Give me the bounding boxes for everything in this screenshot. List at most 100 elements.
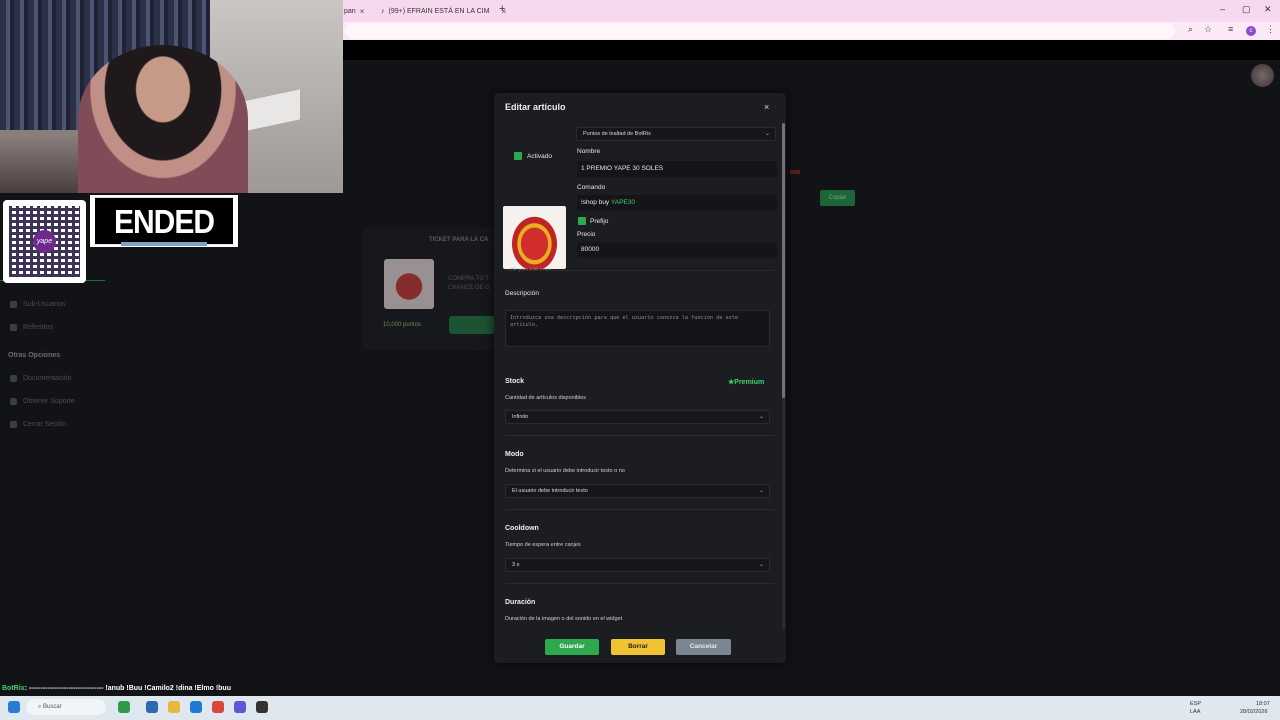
buy-button[interactable] — [449, 316, 495, 334]
chat-text: : -------------------------------- !anub… — [24, 685, 231, 692]
edge-icon[interactable] — [146, 701, 158, 713]
cooldown-label: Cooldown — [505, 525, 539, 532]
price-label: Precio — [577, 231, 596, 238]
language-indicator[interactable]: ESP — [1190, 701, 1201, 707]
clock-time[interactable]: 18:07 — [1256, 701, 1270, 707]
modal-body[interactable]: Puntos de lealtad de BotRix ⌄ Activado N… — [494, 121, 786, 631]
cooldown-select[interactable]: 3 s ⌄ — [505, 558, 770, 572]
select-value: El usuario debe introducir texto — [512, 488, 588, 494]
extensions-icon[interactable]: ≡ — [1228, 24, 1233, 34]
save-button[interactable]: Guardar — [545, 639, 599, 655]
sidebar-item-label: Documentación — [23, 375, 72, 382]
edit-item-modal: Editar artículo × Puntos de lealtad de B… — [494, 93, 786, 663]
sidebar-item-subusers[interactable]: Sub-Usuarios — [10, 301, 65, 308]
sidebar-item-label: Referidos — [23, 324, 53, 331]
divider — [505, 583, 775, 584]
users-icon — [10, 301, 17, 308]
prefix-checkbox[interactable] — [578, 217, 586, 225]
stock-description: Cantidad de artículos disponibles — [505, 395, 587, 401]
premium-label: Premium — [734, 379, 765, 386]
streamer — [78, 45, 248, 193]
keyboard-layout: LAA — [1190, 709, 1201, 715]
avatar[interactable] — [1251, 64, 1274, 87]
command-label: Comando — [577, 184, 606, 191]
chevron-down-icon: ⌄ — [758, 414, 764, 420]
discord-icon[interactable] — [234, 701, 246, 713]
browser-tab-1[interactable]: pan × — [344, 2, 364, 20]
cancel-button[interactable]: Cancelar — [676, 639, 731, 655]
duration-label: Duración — [505, 599, 536, 606]
sidebar-item-referrals[interactable]: Referidos — [10, 324, 53, 331]
name-field[interactable]: 1 PREMIO YAPE 30 SOLES — [577, 161, 777, 177]
cooldown-description: Tiempo de espera entre canjes — [505, 542, 581, 548]
close-window-button[interactable]: ✕ — [1264, 4, 1272, 15]
stock-label: Stock — [505, 378, 525, 385]
taskbar: ⌕ Buscar ESP LAA 18:07 28/02/2026 — [0, 696, 1280, 720]
command-field[interactable]: !shop buy YAPE30 — [577, 195, 777, 211]
description-label: Descripción — [505, 290, 539, 297]
close-icon[interactable]: × — [764, 102, 769, 112]
scrollbar-thumb[interactable] — [782, 123, 785, 398]
sidebar-item-label: Obtener Soporte — [23, 398, 75, 405]
menu-icon[interactable]: ⋮ — [1266, 24, 1275, 35]
url-input[interactable] — [345, 23, 1175, 39]
price-field[interactable]: 80000 — [577, 242, 777, 258]
users-icon — [10, 324, 17, 331]
currency-select[interactable]: Puntos de lealtad de BotRix ⌄ — [576, 127, 776, 141]
app-icon[interactable] — [118, 701, 130, 713]
item-thumbnail — [384, 259, 434, 309]
status-badge — [790, 170, 800, 174]
clock-date: 28/02/2026 — [1240, 709, 1268, 715]
close-icon[interactable]: × — [360, 7, 365, 16]
minimize-button[interactable]: – — [1220, 4, 1225, 14]
mode-label: Modo — [505, 451, 524, 458]
sidebar-item-docs[interactable]: Documentación — [10, 375, 72, 382]
avatar[interactable]: c — [1246, 26, 1256, 36]
folder-icon[interactable] — [168, 701, 180, 713]
divider — [505, 270, 775, 271]
copy-button[interactable]: Copiar — [820, 190, 855, 206]
description-textarea[interactable]: Introduzca una descripción para que el u… — [505, 310, 770, 347]
search-placeholder: Buscar — [43, 704, 62, 710]
taskbar-search-input[interactable]: ⌕ Buscar — [26, 699, 106, 715]
delete-button[interactable]: Borrar — [611, 639, 665, 655]
browser-tab-2[interactable]: ♪ (99+) EFRAIN ESTÁ EN LA CIM × — [381, 2, 506, 20]
new-tab-button[interactable]: + — [499, 3, 505, 15]
obs-icon[interactable] — [256, 701, 268, 713]
card-text: CHANCE DE G — [448, 285, 490, 291]
sidebar-item-support[interactable]: Obtener Soporte — [10, 398, 75, 405]
sidebar-item-logout[interactable]: Cerrar Sesión — [10, 421, 66, 428]
chat-username: BotRix — [2, 685, 25, 692]
star-icon[interactable]: ☆ — [1204, 24, 1212, 35]
chevron-down-icon: ⌄ — [764, 131, 770, 137]
command-prefix: !shop buy — [581, 199, 611, 206]
maximize-button[interactable]: ▢ — [1242, 4, 1251, 15]
mode-select[interactable]: El usuario debe introducir texto ⌄ — [505, 484, 770, 498]
ended-label: ENDED — [95, 197, 233, 245]
ended-badge: ENDED — [90, 195, 238, 247]
card-points: 10,000 puntos — [383, 322, 422, 328]
activated-checkbox[interactable] — [514, 152, 522, 160]
store-icon[interactable] — [190, 701, 202, 713]
item-image[interactable] — [503, 206, 566, 269]
windows-start-icon[interactable] — [8, 701, 20, 713]
sidebar-item-label: Sub-Usuarios — [23, 301, 66, 308]
select-value: 3 s — [512, 562, 520, 568]
divider — [505, 509, 775, 510]
prefix-label: Prefijo — [590, 218, 609, 225]
chat-message: BotRix: --------------------------------… — [2, 685, 231, 692]
support-icon — [10, 398, 17, 405]
chevron-down-icon: ⌄ — [758, 562, 764, 568]
sidebar-section-title: Otras Opciones — [8, 352, 61, 359]
site-header — [343, 40, 1280, 60]
duration-description: Duración de la imagen o del sonido en el… — [505, 616, 623, 622]
qr-code: yape — [3, 200, 86, 283]
search-icon[interactable]: ⌕ — [1188, 24, 1193, 35]
webcam-feed — [0, 0, 343, 193]
chrome-icon[interactable] — [212, 701, 224, 713]
stock-select[interactable]: Infinito ⌄ — [505, 410, 770, 424]
select-value: Puntos de lealtad de BotRix — [583, 131, 651, 137]
yape-logo: yape — [33, 230, 56, 253]
card-text: COMPRA TU T — [448, 276, 489, 282]
modal-title: Editar artículo — [505, 102, 566, 112]
